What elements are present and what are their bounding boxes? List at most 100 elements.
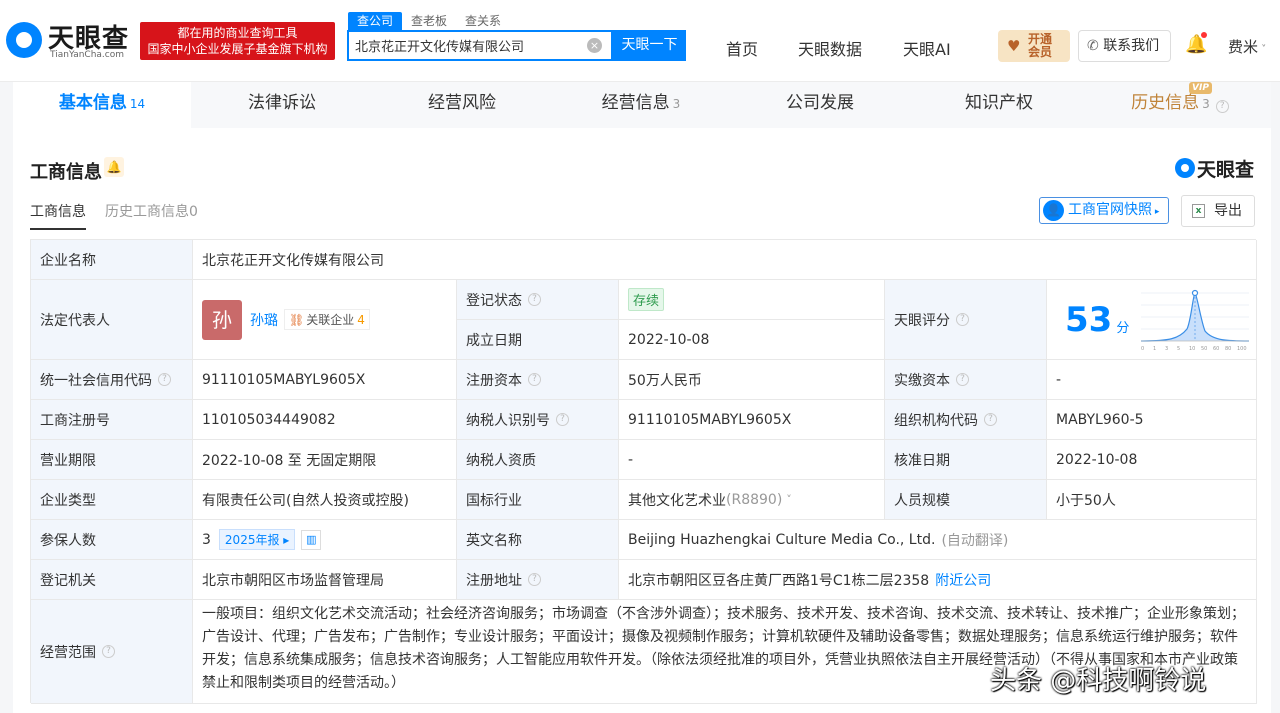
tab-count: 3 xyxy=(672,97,681,111)
report-chart-icon[interactable]: ▥ xyxy=(301,529,322,550)
label-text: 组织机构代码 xyxy=(894,412,978,429)
label-tax-qual: 纳税人资质 xyxy=(457,440,619,480)
score-distribution-chart: 0 1 3 5 10 50 60 80 100 xyxy=(1141,289,1250,352)
user-name: 费米 xyxy=(1228,38,1259,56)
help-icon[interactable]: ? xyxy=(158,373,171,386)
excel-icon: x xyxy=(1192,204,1205,218)
reg-status-cell: 存续 xyxy=(619,280,885,320)
avatar[interactable]: 孙 xyxy=(202,299,242,340)
search-button[interactable]: 天眼一下 xyxy=(613,30,686,61)
approve-date: 2022-10-08 xyxy=(1047,440,1257,480)
label-staff: 人员规模 xyxy=(885,480,1047,520)
help-icon: ? xyxy=(1215,100,1229,113)
staff-size: 小于50人 xyxy=(1047,480,1257,520)
clear-search-icon[interactable]: × xyxy=(587,38,602,53)
report-year: 2025年报 xyxy=(224,533,280,547)
nav-ai[interactable]: 天眼AI xyxy=(903,36,951,60)
snapshot-label: 工商官网快照 xyxy=(1068,202,1152,218)
label-text: 天眼评分 xyxy=(894,312,950,329)
help-icon[interactable]: ? xyxy=(984,413,997,426)
tab-legal[interactable]: 法律诉讼 xyxy=(191,82,373,128)
search-tab-company[interactable]: 查公司 xyxy=(348,12,403,30)
official-snapshot-button[interactable]: 👤 工商官网快照 ▸ xyxy=(1039,197,1169,224)
legal-rep-name[interactable]: 孙璐 xyxy=(250,310,278,330)
english-name: Beijing Huazhengkai Culture Media Co., L… xyxy=(628,531,936,548)
related-count: 4 xyxy=(357,313,365,327)
nav-data[interactable]: 天眼数据 xyxy=(798,36,862,60)
logo-eye-icon xyxy=(6,22,42,58)
status-badge: 存续 xyxy=(628,288,665,311)
industry-cell[interactable]: 其他文化艺术业 (R8890) ˅ xyxy=(619,480,885,520)
related-companies-badge[interactable]: ⛓ 关联企业 4 xyxy=(284,309,370,330)
chevron-down-icon: ˅ xyxy=(1258,44,1267,55)
tab-count: 14 xyxy=(129,97,146,111)
nav-home[interactable]: 首页 xyxy=(726,36,758,60)
label-text: 注册资本 xyxy=(466,372,522,389)
label-term: 营业期限 xyxy=(31,440,193,480)
reg-capital: 50万人民币 xyxy=(619,360,885,400)
label-text: 注册地址 xyxy=(466,572,522,589)
label-text: 统一社会信用代码 xyxy=(40,372,152,389)
credit-code: 91110105MABYL9605X xyxy=(193,360,457,400)
tab-operation[interactable]: 经营信息 3 xyxy=(551,82,731,128)
annual-report-button[interactable]: 2025年报 ▸ xyxy=(218,529,296,550)
score-tick: 10 xyxy=(1189,346,1195,352)
search-type-tabs: 查公司 查老板 查关系 xyxy=(348,12,510,30)
search-box: × xyxy=(347,30,613,61)
open-vip-button[interactable]: ♥ 开通 会员 xyxy=(998,30,1070,62)
help-icon[interactable]: ? xyxy=(528,573,541,586)
notification-dot xyxy=(1201,32,1207,38)
label-address: 注册地址? xyxy=(457,560,619,600)
help-icon[interactable]: ? xyxy=(528,373,541,386)
help-icon[interactable]: ? xyxy=(528,293,541,306)
label-found-date: 成立日期 xyxy=(457,320,619,360)
score-marker-dot xyxy=(1192,289,1199,296)
caret-right-icon: ▸ xyxy=(1152,207,1160,217)
search-input[interactable] xyxy=(355,38,575,53)
address-cell: 北京市朝阳区豆各庄黄厂西路1号C1栋二层2358 附近公司 xyxy=(619,560,1257,600)
contact-us-button[interactable]: ✆ 联系我们 xyxy=(1078,30,1171,62)
help-icon[interactable]: ? xyxy=(102,645,115,658)
promo-banner: 都在用的商业查询工具 国家中小企业发展子基金旗下机构 xyxy=(140,22,335,60)
score-value: 53 xyxy=(1065,299,1113,340)
search-tab-relation[interactable]: 查关系 xyxy=(456,12,510,30)
label-tax-id: 纳税人识别号? xyxy=(457,400,619,440)
legal-rep-cell: 孙 孙璐 ⛓ 关联企业 4 xyxy=(193,280,457,360)
label-reg-status: 登记状态? xyxy=(457,280,619,320)
label-english: 英文名称 xyxy=(457,520,619,560)
brand-eye-icon xyxy=(1175,158,1195,178)
tab-risk[interactable]: 经营风险 xyxy=(373,82,551,128)
score-tick: 5 xyxy=(1177,346,1180,352)
subtab-history-info[interactable]: 历史工商信息0 xyxy=(105,201,198,221)
phone-icon: ✆ xyxy=(1087,38,1104,54)
export-button[interactable]: x 导出 xyxy=(1181,195,1255,227)
tab-ip[interactable]: 知识产权 xyxy=(909,82,1089,128)
search-tab-boss[interactable]: 查老板 xyxy=(402,12,456,30)
export-label: 导出 xyxy=(1214,203,1242,219)
company-type: 有限责任公司(自然人投资或控股) xyxy=(193,480,457,520)
subscribe-bell-icon[interactable]: 🔔 xyxy=(104,157,124,177)
help-icon[interactable]: ? xyxy=(956,373,969,386)
user-menu[interactable]: 费米 ˅ xyxy=(1228,36,1266,57)
tab-history[interactable]: 历史信息 3? xyxy=(1089,82,1271,128)
tianyancha-logo[interactable]: 天眼查 TianYanCha.com xyxy=(6,18,134,64)
tab-development[interactable]: 公司发展 xyxy=(731,82,909,128)
subtab-current-info[interactable]: 工商信息 xyxy=(30,201,86,221)
help-icon[interactable]: ? xyxy=(556,413,569,426)
tab-label: 公司发展 xyxy=(786,93,854,113)
tab-label: 法律诉讼 xyxy=(248,93,316,113)
score-tick: 1 xyxy=(1153,346,1156,352)
score-cell[interactable]: 53 分 0 1 3 5 10 50 60 80 100 xyxy=(1047,280,1257,360)
label-reg-no: 工商注册号 xyxy=(31,400,193,440)
related-label: 关联企业 xyxy=(306,313,355,327)
help-icon[interactable]: ? xyxy=(956,313,969,326)
brand-text: 天眼查 xyxy=(1197,159,1255,181)
label-type: 企业类型 xyxy=(31,480,193,520)
industry: 其他文化艺术业 xyxy=(628,492,726,509)
vip-badge: VIP xyxy=(1189,82,1212,94)
label-text: 纳税人识别号 xyxy=(466,412,550,429)
org-code: MABYL960-5 xyxy=(1047,400,1257,440)
nearby-companies-link[interactable]: 附近公司 xyxy=(935,570,991,590)
tab-basic-info[interactable]: 基本信息 14 xyxy=(13,82,191,128)
tax-qual: - xyxy=(619,440,885,480)
